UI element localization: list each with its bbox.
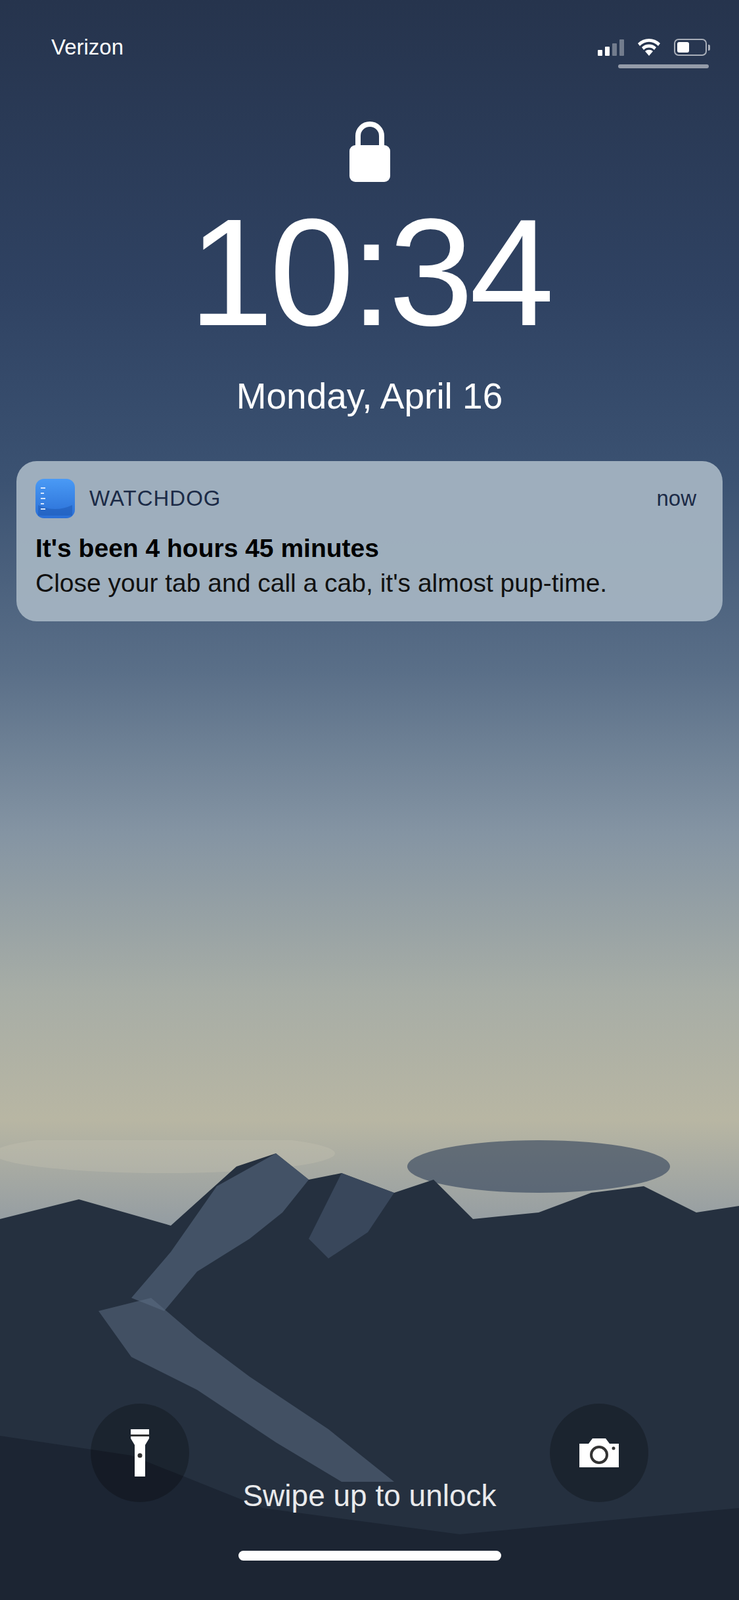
wifi-icon	[635, 37, 663, 58]
flashlight-icon	[126, 1426, 154, 1480]
camera-button[interactable]	[549, 1403, 649, 1503]
wallpaper-mountains	[0, 1140, 739, 1600]
app-icon	[35, 478, 75, 519]
flashlight-button[interactable]	[90, 1403, 190, 1503]
notification-card[interactable]: WATCHDOG now It's been 4 hours 45 minute…	[16, 461, 723, 622]
signal-icon	[597, 38, 625, 56]
date: Monday, April 16	[0, 375, 739, 418]
notification-body: Close your tab and call a cab, it's almo…	[35, 565, 697, 601]
clock: 10:34	[0, 196, 739, 349]
battery-icon	[673, 38, 711, 56]
control-center-indicator[interactable]	[618, 64, 709, 69]
unlock-hint: Swipe up to unlock	[242, 1403, 496, 1514]
camera-icon	[576, 1435, 622, 1471]
carrier: Verizon	[51, 34, 124, 61]
battery-fill	[677, 42, 690, 53]
app-name: WATCHDOG	[89, 482, 221, 516]
notification-title: It's been 4 hours 45 minutes	[35, 531, 697, 566]
status-bar: Verizon	[0, 0, 739, 92]
lock-icon	[346, 117, 393, 184]
lock-screen: Verizon	[0, 0, 739, 1600]
notification-time: now	[656, 482, 697, 516]
home-indicator[interactable]	[238, 1550, 502, 1561]
